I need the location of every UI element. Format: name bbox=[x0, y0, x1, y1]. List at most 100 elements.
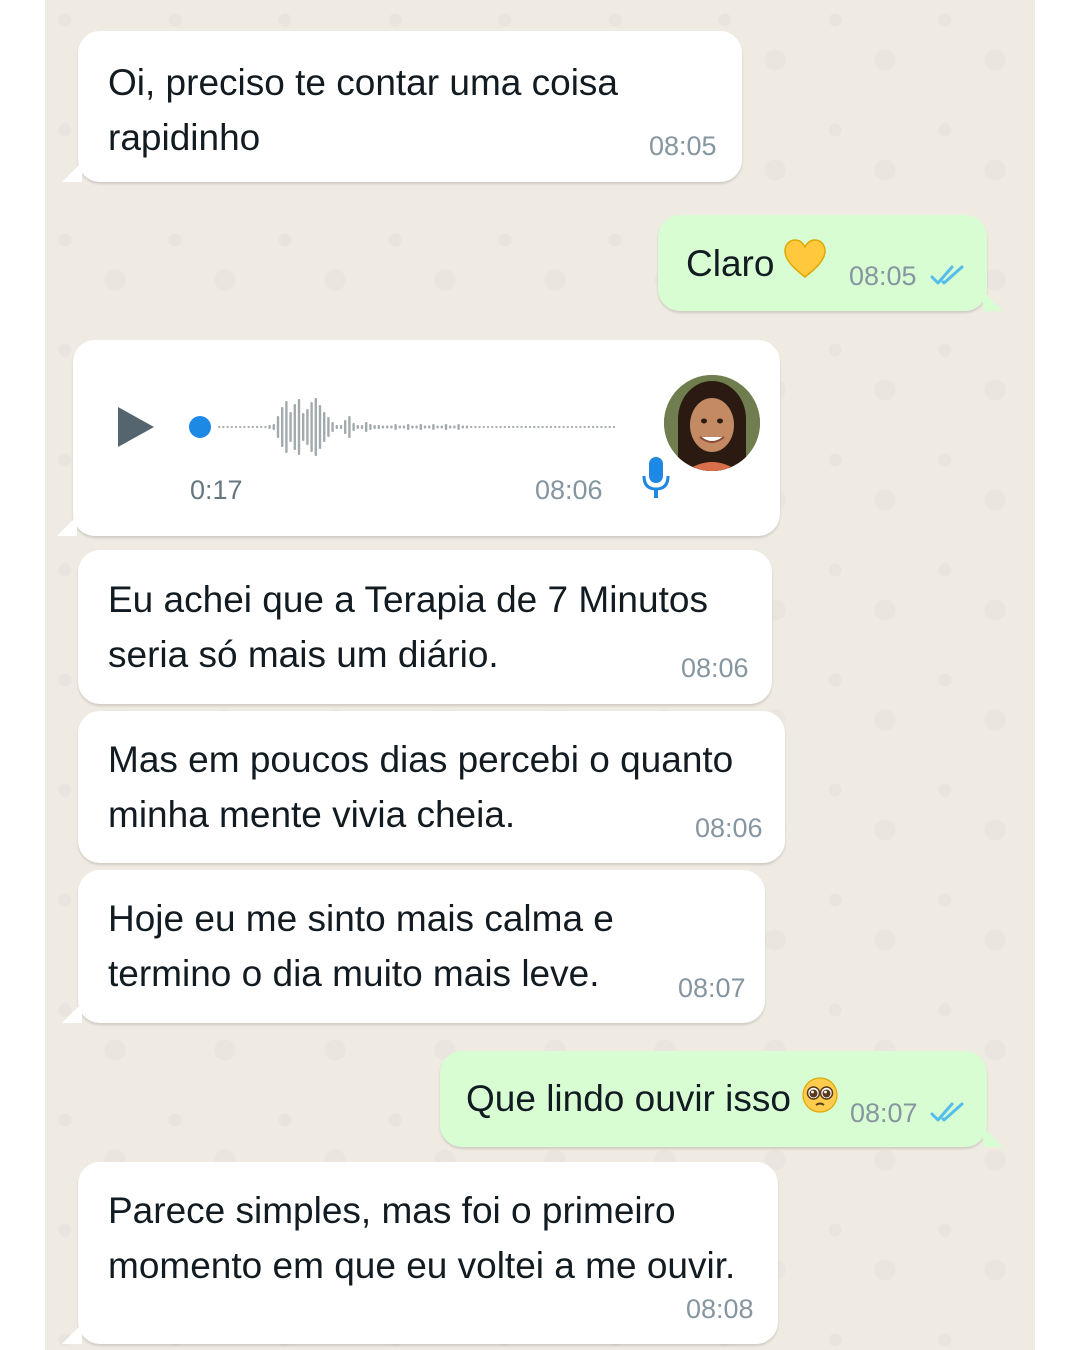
waveform-bar bbox=[596, 426, 599, 428]
waveform-bar bbox=[268, 425, 271, 429]
waveform-bar bbox=[478, 426, 481, 428]
waveform-bar bbox=[377, 425, 380, 429]
waveform-bar bbox=[327, 417, 330, 437]
message-bubble-incoming[interactable]: Eu achei que a Terapia de 7 Minutos seri… bbox=[78, 550, 772, 704]
waveform-bar bbox=[474, 426, 477, 428]
waveform-bar bbox=[297, 399, 301, 455]
voice-message-bubble[interactable]: 0:17 08:06 bbox=[57, 340, 780, 536]
waveform-bar bbox=[558, 426, 561, 428]
waveform-bar bbox=[331, 422, 334, 432]
waveform-bar bbox=[218, 426, 221, 428]
waveform-bar bbox=[335, 425, 338, 429]
microphone-icon bbox=[642, 457, 670, 498]
waveform-bar bbox=[402, 425, 406, 429]
message-line: Eu achei que a Terapia de 7 Minutos bbox=[108, 579, 708, 620]
waveform-bar bbox=[348, 416, 351, 438]
waveform-bar bbox=[549, 426, 553, 428]
message-time: 08:05 bbox=[649, 131, 717, 161]
waveform-bar bbox=[512, 426, 515, 428]
waveform-bar bbox=[226, 426, 229, 428]
waveform-bar bbox=[272, 424, 275, 430]
message-bubble-outgoing[interactable]: Claro 08:05 bbox=[658, 215, 1003, 311]
waveform-bar bbox=[415, 425, 418, 429]
message-line: seria só mais um diário. bbox=[108, 634, 499, 675]
waveform-bar bbox=[339, 425, 343, 429]
message-line: Mas em poucos dias percebi o quanto bbox=[108, 739, 734, 780]
message-bubble-incoming[interactable]: Oi, preciso te contar uma coisa rapidinh… bbox=[62, 31, 742, 182]
waveform-bar bbox=[230, 426, 233, 428]
read-ticks-icon bbox=[930, 265, 964, 285]
message-time: 08:07 bbox=[678, 973, 746, 1003]
avatar[interactable] bbox=[664, 375, 760, 471]
waveform-bar bbox=[566, 426, 569, 428]
waveform-bar bbox=[440, 425, 443, 429]
waveform-bar bbox=[612, 426, 616, 428]
audio-waveform[interactable] bbox=[188, 392, 618, 462]
waveform-bar bbox=[239, 426, 242, 428]
waveform-bar bbox=[255, 426, 259, 428]
waveform-bar bbox=[570, 426, 574, 428]
waveform-bar bbox=[323, 412, 326, 442]
waveform-bar bbox=[554, 426, 557, 428]
waveform-bar bbox=[260, 426, 263, 428]
message-time: 08:07 bbox=[850, 1098, 918, 1128]
waveform-bar bbox=[344, 420, 347, 434]
message-bubble-incoming[interactable]: Mas em poucos dias percebi o quanto minh… bbox=[78, 711, 785, 863]
waveform-bar bbox=[222, 426, 225, 428]
waveform-bar bbox=[407, 424, 410, 430]
waveform-bar bbox=[360, 425, 364, 429]
message-bubble-incoming[interactable]: Hoje eu me sinto mais calma e termino o … bbox=[62, 870, 765, 1023]
message-text: Oi, preciso te contar uma coisa rapidinh… bbox=[108, 55, 618, 165]
message-text: Hoje eu me sinto mais calma e termino o … bbox=[108, 891, 614, 1001]
waveform-bar bbox=[356, 425, 359, 429]
waveform-bar bbox=[247, 426, 250, 428]
message-text: Eu achei que a Terapia de 7 Minutos seri… bbox=[108, 572, 708, 682]
message-line: Parece simples, mas foi o primeiro bbox=[108, 1190, 676, 1231]
waveform-bar bbox=[436, 425, 439, 429]
waveform-bar bbox=[285, 401, 288, 453]
waveform-bar bbox=[503, 426, 506, 428]
waveform-bar bbox=[293, 404, 296, 450]
yellow-heart-icon bbox=[784, 238, 827, 294]
waveform-bar bbox=[428, 425, 431, 429]
message-time: 08:05 bbox=[849, 261, 917, 291]
waveform-bar bbox=[314, 398, 317, 456]
waveform-bar bbox=[318, 405, 322, 449]
waveform-bar bbox=[482, 426, 485, 428]
message-text: Que lindo ouvir isso bbox=[466, 1071, 839, 1129]
pleading-face-icon bbox=[801, 1074, 839, 1129]
message-line: rapidinho bbox=[108, 117, 261, 158]
play-icon[interactable] bbox=[116, 405, 156, 449]
message-time: 08:08 bbox=[686, 1294, 754, 1324]
waveform-bar bbox=[528, 426, 532, 428]
waveform-bar bbox=[575, 426, 578, 428]
playhead[interactable] bbox=[189, 416, 211, 438]
message-bubble-outgoing[interactable]: Que lindo ouvir isso 08:07 bbox=[440, 1051, 1003, 1147]
waveform-bar bbox=[281, 407, 284, 447]
message-line: Que lindo ouvir isso bbox=[466, 1078, 791, 1119]
message-text: Mas em poucos dias percebi o quanto minh… bbox=[108, 732, 733, 842]
waveform-bar bbox=[457, 424, 460, 430]
message-bubble-incoming[interactable]: Parece simples, mas foi o primeiro momen… bbox=[62, 1162, 778, 1344]
waveform-bar bbox=[495, 426, 498, 428]
waveform-bar bbox=[579, 426, 582, 428]
message-line: Oi, preciso te contar uma coisa bbox=[108, 62, 618, 103]
waveform-bar bbox=[352, 423, 355, 431]
waveform-bar bbox=[251, 426, 254, 428]
waveform-bar bbox=[243, 426, 246, 428]
message-text: Parece simples, mas foi o primeiro momen… bbox=[108, 1183, 735, 1293]
message-text: Claro bbox=[686, 236, 827, 294]
waveform-bar bbox=[302, 413, 305, 441]
waveform-bar bbox=[289, 412, 292, 442]
message-time: 08:06 bbox=[535, 475, 603, 505]
waveform-bar bbox=[449, 425, 452, 429]
message-line: momento em que eu voltei a me ouvir. bbox=[108, 1245, 736, 1286]
waveform-bar bbox=[516, 426, 519, 428]
waveform-bar bbox=[390, 425, 393, 429]
waveform-bar bbox=[444, 424, 448, 430]
message-line: termino o dia muito mais leve. bbox=[108, 953, 600, 994]
message-time: 08:06 bbox=[695, 813, 763, 843]
message-line: Hoje eu me sinto mais calma e bbox=[108, 898, 614, 939]
message-line: minha mente vivia cheia. bbox=[108, 794, 516, 835]
waveform-bar bbox=[587, 426, 590, 428]
